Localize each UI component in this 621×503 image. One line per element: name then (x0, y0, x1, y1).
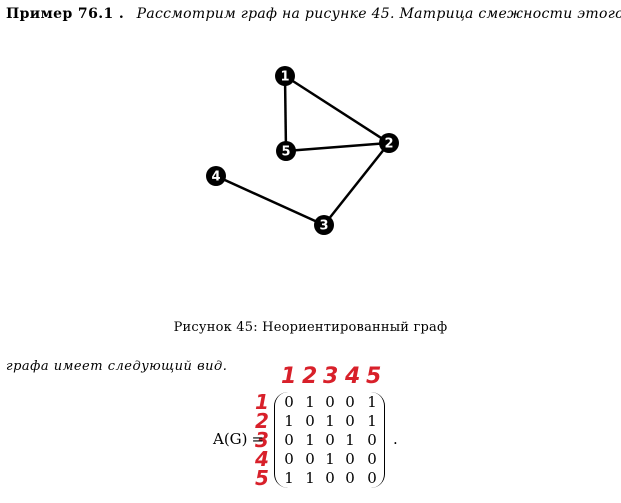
node-5: 5 (276, 141, 296, 161)
matrix-cell: 1 (305, 393, 315, 411)
node-label: 3 (319, 219, 328, 234)
handwritten-column-label: 4 (345, 364, 361, 389)
matrix-cell: 0 (345, 469, 355, 487)
continuation-text: графа имеет следующий вид. (6, 359, 228, 374)
handwritten-column-label: 3 (323, 364, 339, 389)
figure-caption: Рисунок 45: Неориентированный граф (173, 320, 448, 335)
matrix-period: . (393, 430, 398, 448)
matrix-cell: 1 (284, 412, 294, 430)
node-label: 4 (211, 170, 220, 185)
node-label: 2 (384, 137, 393, 152)
matrix-cell: 0 (284, 393, 294, 411)
example-label: Пример 76.1 . (6, 6, 125, 22)
edge-1-2 (284, 74, 390, 145)
matrix-cell: 0 (345, 412, 355, 430)
matrix-cell: 0 (367, 469, 377, 487)
matrix-cell: 1 (325, 412, 335, 430)
matrix-cell: 1 (284, 469, 294, 487)
matrix-cell: 0 (367, 450, 377, 468)
handwritten-column-label: 5 (366, 364, 382, 389)
handwritten-row-label: 5 (255, 466, 269, 490)
edge-4-3 (215, 174, 325, 227)
matrix-cell: 0 (325, 431, 335, 449)
graph-figure: 1 2 3 4 5 (206, 66, 399, 235)
node-1: 1 (275, 66, 295, 86)
matrix-cell: 0 (367, 431, 377, 449)
matrix-name: A(G) = (213, 430, 264, 448)
edge-2-3 (323, 142, 390, 226)
node-label: 5 (281, 145, 290, 160)
example-line: Пример 76.1 . Рассмотрим граф на рисунке… (6, 6, 621, 22)
matrix-cell: 1 (367, 393, 377, 411)
node-label: 1 (280, 70, 289, 85)
node-4: 4 (206, 166, 226, 186)
equals-sign: = (251, 430, 265, 448)
node-3: 3 (314, 215, 334, 235)
matrix-cell: 0 (345, 393, 355, 411)
matrix-cell: 1 (325, 450, 335, 468)
matrix-cell: 0 (284, 431, 294, 449)
matrix-cell: 0 (325, 393, 335, 411)
matrix-cell: 1 (367, 412, 377, 430)
handwritten-column-label: 1 (281, 364, 297, 389)
edge-1-5 (283, 75, 288, 152)
edge-5-2 (285, 141, 390, 153)
matrix-symbol: A(G) (213, 430, 248, 448)
matrix-cell: 1 (305, 431, 315, 449)
matrix-cell: 0 (305, 450, 315, 468)
matrix-cell: 0 (305, 412, 315, 430)
example-text: Рассмотрим граф на рисунке 45. Матрица с… (136, 6, 621, 22)
matrix-cell: 0 (345, 450, 355, 468)
handwritten-column-label: 2 (302, 364, 318, 389)
node-2: 2 (379, 133, 399, 153)
matrix-cell: 1 (345, 431, 355, 449)
matrix-cell: 1 (305, 469, 315, 487)
matrix-cell: 0 (325, 469, 335, 487)
matrix-cell: 0 (284, 450, 294, 468)
graph-edges (215, 74, 390, 227)
